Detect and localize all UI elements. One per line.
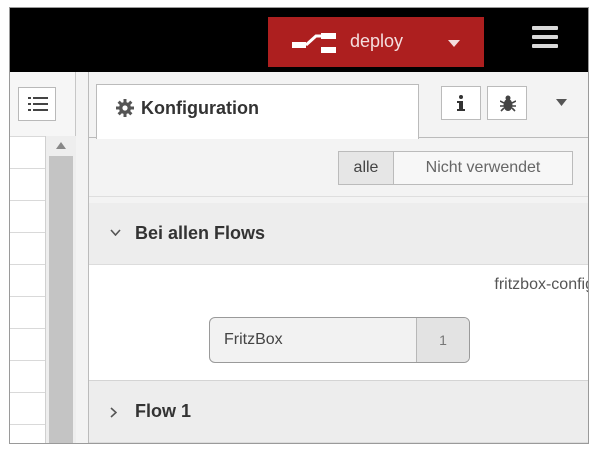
list-icon xyxy=(28,97,48,111)
tab-debug[interactable] xyxy=(487,86,527,120)
sidebar: Konfiguration alle Nicht verwendet Bei a… xyxy=(88,72,589,443)
section-header-flow-1[interactable]: Flow 1 xyxy=(89,381,588,443)
tab-konfiguration[interactable]: Konfiguration xyxy=(96,84,419,139)
scrollbar[interactable] xyxy=(46,136,76,443)
tab-label: Konfiguration xyxy=(141,98,259,118)
deploy-label: deploy xyxy=(350,31,404,51)
section-label: Flow 1 xyxy=(135,401,192,421)
divider xyxy=(76,72,88,443)
scroll-up-icon[interactable] xyxy=(56,142,66,149)
config-node-name: FritzBox xyxy=(224,331,283,348)
sidebar-tab-bar: Konfiguration xyxy=(89,72,588,139)
node-red-window: deploy Konfiguration alle Nicht verwende… xyxy=(9,7,589,444)
caret-down-icon[interactable] xyxy=(448,40,460,47)
config-filter-row: alle Nicht verwendet xyxy=(89,139,588,197)
chevron-right-icon xyxy=(110,407,117,418)
filter-unused-button[interactable]: Nicht verwendet xyxy=(393,151,573,185)
header-bar: deploy xyxy=(10,8,588,72)
filter-all-button[interactable]: alle xyxy=(338,151,394,185)
hamburger-icon[interactable] xyxy=(532,26,558,50)
scrollbar-thumb[interactable] xyxy=(49,156,73,443)
info-icon xyxy=(457,95,465,111)
workspace-grid xyxy=(10,136,46,443)
config-node-usage-count: 1 xyxy=(416,318,469,362)
deploy-icon xyxy=(292,33,336,53)
palette-list-button[interactable] xyxy=(18,87,56,121)
config-type-label: fritzbox-config xyxy=(494,276,589,293)
chevron-down-icon[interactable] xyxy=(556,99,567,106)
workspace-edge xyxy=(10,72,76,443)
section-label: Bei allen Flows xyxy=(135,223,266,243)
config-node[interactable]: FritzBox 1 xyxy=(209,317,470,363)
bug-icon xyxy=(500,95,516,112)
deploy-button[interactable]: deploy xyxy=(268,17,484,67)
section-body-global: fritzbox-config FritzBox 1 xyxy=(89,265,589,381)
tab-info[interactable] xyxy=(441,86,481,120)
gear-icon xyxy=(116,99,134,117)
section-header-global[interactable]: Bei allen Flows xyxy=(89,203,588,265)
chevron-down-icon xyxy=(110,229,121,236)
